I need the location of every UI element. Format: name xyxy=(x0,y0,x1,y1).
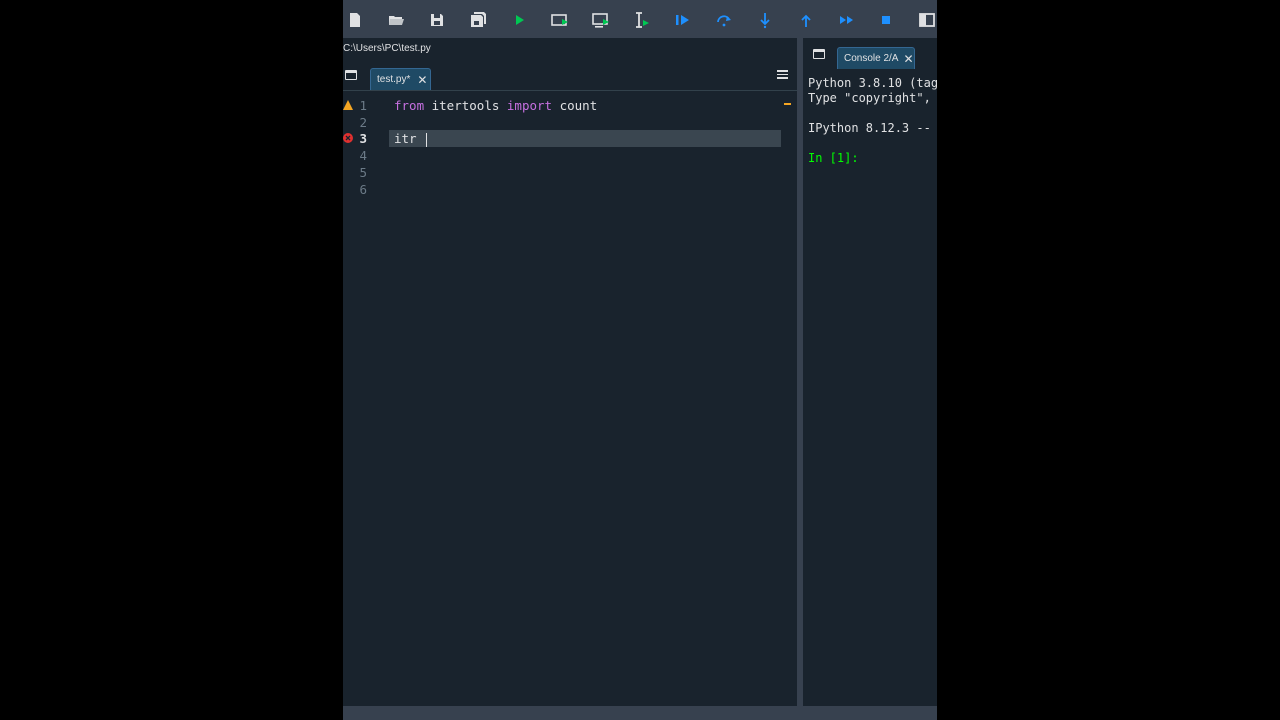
editor-pane: test.py* ✕ 1 2 3 4 5 6 from itertools im… xyxy=(343,60,797,706)
continue-icon xyxy=(840,16,853,24)
options-menu-icon[interactable] xyxy=(777,70,788,79)
status-bar xyxy=(343,706,937,720)
tab-console-2a[interactable]: Console 2/A ✕ xyxy=(837,47,915,69)
keyword-import: import xyxy=(506,98,553,113)
line-number: 1 xyxy=(359,98,367,113)
run-cell-advance-button[interactable] xyxy=(590,9,612,31)
run-button[interactable] xyxy=(508,9,530,31)
maximize-pane-button[interactable] xyxy=(916,9,937,31)
maximize-pane-icon xyxy=(919,13,935,27)
ipython-console[interactable]: Python 3.8.10 (tags Type "copyright", " IP… xyxy=(808,76,937,166)
run-selection-icon xyxy=(636,12,649,28)
line-number: 4 xyxy=(359,148,367,163)
file-path-label: C:\Users\PC\test.py xyxy=(343,38,797,60)
open-file-button[interactable] xyxy=(385,9,407,31)
current-line-highlight xyxy=(389,130,781,147)
step-into-button[interactable] xyxy=(754,9,776,31)
console-pane: Console 2/A ✕ Python 3.8.10 (tags Type "c… xyxy=(803,38,937,706)
close-tab-icon[interactable]: ✕ xyxy=(417,73,427,87)
keyword-from: from xyxy=(394,98,425,113)
stop-button[interactable] xyxy=(875,9,897,31)
run-cell-icon xyxy=(551,14,568,26)
editor-tab-bar: test.py* ✕ xyxy=(343,60,797,91)
open-folder-icon xyxy=(389,16,404,25)
new-file-button[interactable] xyxy=(344,9,366,31)
console-banner-line: Type "copyright", " xyxy=(808,91,937,105)
warning-marker xyxy=(784,103,791,105)
run-icon xyxy=(516,15,524,25)
run-selection-button[interactable] xyxy=(631,9,653,31)
main-toolbar xyxy=(343,0,937,38)
imported-name: count xyxy=(552,98,598,113)
code-line-3: itr xyxy=(394,130,428,147)
console-banner-line: Python 3.8.10 (tags xyxy=(808,76,937,90)
step-over-icon xyxy=(717,15,731,27)
step-out-icon xyxy=(801,14,811,27)
module-name: itertools xyxy=(424,98,507,113)
step-over-button[interactable] xyxy=(713,9,735,31)
save-button[interactable] xyxy=(426,9,448,31)
console-tab-bar: Console 2/A ✕ xyxy=(803,38,937,69)
spyder-ide-window: C:\Users\PC\test.py test.py* ✕ 1 2 3 4 5… xyxy=(343,0,937,720)
debug-button[interactable] xyxy=(672,9,694,31)
line-number: 5 xyxy=(359,165,367,180)
line-number: 6 xyxy=(359,182,367,197)
step-out-button[interactable] xyxy=(795,9,817,31)
line-number: 2 xyxy=(359,115,367,130)
run-cell-advance-icon xyxy=(592,13,609,28)
save-all-button[interactable] xyxy=(467,9,489,31)
code-text: itr xyxy=(394,131,425,146)
line-number-current: 3 xyxy=(359,131,367,146)
tab-label: test.py* xyxy=(377,74,411,85)
continue-button[interactable] xyxy=(836,9,858,31)
close-console-icon[interactable]: ✕ xyxy=(903,52,913,66)
step-into-icon xyxy=(760,13,770,29)
stop-icon xyxy=(882,16,890,24)
console-tab-label: Console 2/A xyxy=(844,53,899,64)
new-file-icon xyxy=(350,13,360,27)
save-icon xyxy=(431,14,443,26)
code-line-1: from itertools import count xyxy=(394,97,597,114)
debug-icon xyxy=(676,15,689,25)
code-editor[interactable]: 1 2 3 4 5 6 from itertools import count … xyxy=(343,95,797,706)
browse-consoles-icon[interactable] xyxy=(813,49,825,59)
console-prompt: In [1]: xyxy=(808,151,859,165)
tab-test-py[interactable]: test.py* ✕ xyxy=(370,68,431,90)
save-all-icon xyxy=(471,12,486,27)
run-cell-button[interactable] xyxy=(549,9,571,31)
text-cursor xyxy=(426,132,428,147)
browse-tabs-icon[interactable] xyxy=(345,70,357,80)
console-banner-line: IPython 8.12.3 -- A xyxy=(808,121,937,135)
